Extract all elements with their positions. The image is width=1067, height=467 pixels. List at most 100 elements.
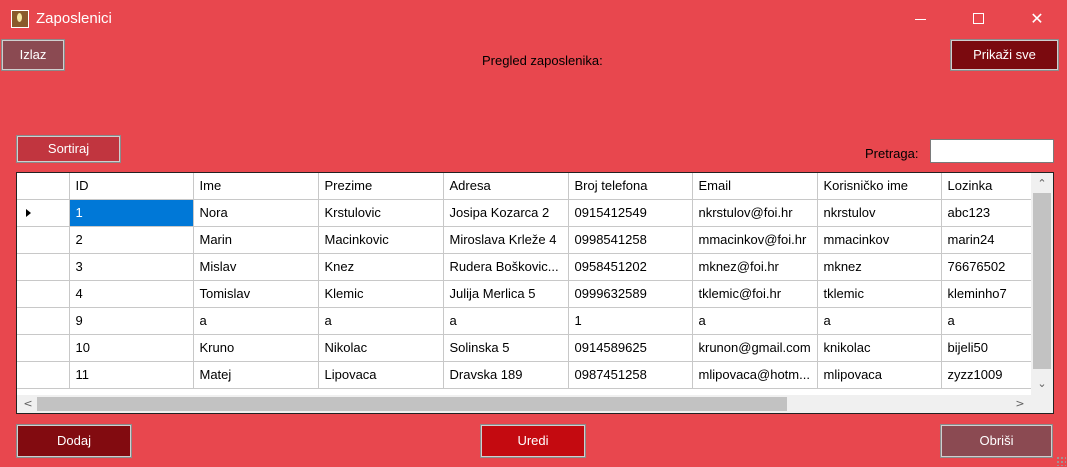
column-header-username[interactable]: Korisničko ime bbox=[817, 173, 942, 200]
column-header-prezime[interactable]: Prezime bbox=[318, 173, 444, 200]
table-cell[interactable]: Marin bbox=[193, 226, 319, 254]
table-cell[interactable]: nkrstulov@foi.hr bbox=[692, 199, 818, 227]
maximize-button[interactable] bbox=[956, 0, 1002, 38]
search-input[interactable] bbox=[930, 139, 1054, 163]
table-cell[interactable]: 0987451258 bbox=[568, 361, 693, 389]
exit-button[interactable]: Izlaz bbox=[1, 39, 65, 71]
table-cell[interactable]: Nora bbox=[193, 199, 319, 227]
table-cell[interactable]: Macinkovic bbox=[318, 226, 444, 254]
delete-button[interactable]: Obriši bbox=[940, 424, 1053, 458]
table-cell[interactable]: Knez bbox=[318, 253, 444, 281]
table-cell[interactable]: 9 bbox=[69, 307, 194, 335]
row-header[interactable] bbox=[17, 226, 70, 254]
scrollbar-corner bbox=[1031, 395, 1053, 413]
table-cell[interactable]: Mislav bbox=[193, 253, 319, 281]
table-cell[interactable]: Lipovaca bbox=[318, 361, 444, 389]
edit-button[interactable]: Uredi bbox=[480, 424, 586, 458]
horizontal-scrollbar[interactable]: < > bbox=[17, 395, 1031, 413]
table-cell[interactable]: 0999632589 bbox=[568, 280, 693, 308]
table-cell[interactable]: Matej bbox=[193, 361, 319, 389]
column-header-email[interactable]: Email bbox=[692, 173, 818, 200]
scroll-right-icon[interactable]: > bbox=[1011, 395, 1029, 413]
column-header-adresa[interactable]: Adresa bbox=[443, 173, 569, 200]
table-cell[interactable]: Miroslava Krleže 4 bbox=[443, 226, 569, 254]
row-header[interactable] bbox=[17, 199, 70, 227]
row-header[interactable] bbox=[17, 361, 70, 389]
employees-table: ID Ime Prezime Adresa Broj telefona Emai… bbox=[17, 173, 1053, 389]
title-bar: Zaposlenici ✕ bbox=[0, 0, 1067, 38]
table-cell[interactable]: knikolac bbox=[817, 334, 942, 362]
scroll-up-icon[interactable]: ⌃ bbox=[1031, 175, 1053, 193]
minimize-icon bbox=[915, 19, 926, 20]
row-header[interactable] bbox=[17, 334, 70, 362]
table-cell[interactable]: 3 bbox=[69, 253, 194, 281]
minimize-button[interactable] bbox=[898, 0, 944, 38]
horizontal-scroll-thumb[interactable] bbox=[37, 397, 787, 411]
table-cell[interactable]: Josipa Kozarca 2 bbox=[443, 199, 569, 227]
row-header[interactable] bbox=[17, 307, 70, 335]
table-row[interactable]: 9aaa1aaa bbox=[17, 307, 1053, 335]
window-title: Zaposlenici bbox=[36, 10, 112, 27]
table-cell[interactable]: mknez bbox=[817, 253, 942, 281]
table-cell[interactable]: a bbox=[817, 307, 942, 335]
sort-button[interactable]: Sortiraj bbox=[16, 135, 121, 163]
vertical-scrollbar[interactable]: ⌃ ⌄ bbox=[1031, 173, 1053, 395]
table-cell[interactable]: a bbox=[318, 307, 444, 335]
current-row-arrow-icon bbox=[26, 208, 31, 217]
table-cell[interactable]: mmacinkov bbox=[817, 226, 942, 254]
table-cell[interactable]: 10 bbox=[69, 334, 194, 362]
search-label: Pretraga: bbox=[865, 146, 919, 161]
table-cell[interactable]: 0958451202 bbox=[568, 253, 693, 281]
table-cell[interactable]: a bbox=[193, 307, 319, 335]
close-button[interactable]: ✕ bbox=[1014, 0, 1060, 38]
show-all-button[interactable]: Prikaži sve bbox=[950, 39, 1059, 71]
table-cell[interactable]: Nikolac bbox=[318, 334, 444, 362]
table-cell[interactable]: mmacinkov@foi.hr bbox=[692, 226, 818, 254]
table-cell[interactable]: mlipovaca@hotm... bbox=[692, 361, 818, 389]
vertical-scroll-thumb[interactable] bbox=[1033, 193, 1051, 369]
table-cell[interactable]: mknez@foi.hr bbox=[692, 253, 818, 281]
add-button[interactable]: Dodaj bbox=[16, 424, 132, 458]
column-header-phone[interactable]: Broj telefona bbox=[568, 173, 693, 200]
table-cell[interactable]: a bbox=[443, 307, 569, 335]
table-cell[interactable]: Klemic bbox=[318, 280, 444, 308]
table-cell[interactable]: 0914589625 bbox=[568, 334, 693, 362]
table-cell[interactable]: Tomislav bbox=[193, 280, 319, 308]
table-cell[interactable]: 11 bbox=[69, 361, 194, 389]
row-header[interactable] bbox=[17, 280, 70, 308]
table-cell[interactable]: tklemic bbox=[817, 280, 942, 308]
corner-header bbox=[17, 173, 70, 200]
table-cell[interactable]: nkrstulov bbox=[817, 199, 942, 227]
column-header-id[interactable]: ID bbox=[69, 173, 194, 200]
table-cell[interactable]: 4 bbox=[69, 280, 194, 308]
table-cell[interactable]: 0915412549 bbox=[568, 199, 693, 227]
table-cell[interactable]: 1 bbox=[69, 199, 194, 227]
table-cell[interactable]: krunon@gmail.com bbox=[692, 334, 818, 362]
table-row[interactable]: 1 Nora Krstulovic Josipa Kozarca 2 091541254… bbox=[17, 199, 1053, 227]
scroll-down-icon[interactable]: ⌄ bbox=[1031, 375, 1053, 393]
table-row[interactable]: 2 Marin Macinkovic Miroslava Krleže 4 099854… bbox=[17, 226, 1053, 254]
table-cell[interactable]: Julija Merlica 5 bbox=[443, 280, 569, 308]
table-row[interactable]: 3 Mislav Knez Rudera Boškovic... 0958451202 m… bbox=[17, 253, 1053, 281]
table-row[interactable]: 10 Kruno Nikolac Solinska 5 0914589625 krunon… bbox=[17, 334, 1053, 362]
table-cell[interactable]: Dravska 189 bbox=[443, 361, 569, 389]
table-cell[interactable]: a bbox=[692, 307, 818, 335]
scroll-left-icon[interactable]: < bbox=[19, 395, 37, 413]
table-cell[interactable]: 1 bbox=[568, 307, 693, 335]
table-cell[interactable]: tklemic@foi.hr bbox=[692, 280, 818, 308]
table-cell[interactable]: 2 bbox=[69, 226, 194, 254]
table-cell[interactable]: Kruno bbox=[193, 334, 319, 362]
table-cell[interactable]: Solinska 5 bbox=[443, 334, 569, 362]
table-cell[interactable]: Rudera Boškovic... bbox=[443, 253, 569, 281]
table-row[interactable]: 11 Matej Lipovaca Dravska 189 0987451258 mlip… bbox=[17, 361, 1053, 389]
row-header[interactable] bbox=[17, 253, 70, 281]
grid-body: 1 Nora Krstulovic Josipa Kozarca 2 091541254… bbox=[17, 199, 1053, 389]
employees-grid[interactable]: ID Ime Prezime Adresa Broj telefona Emai… bbox=[16, 172, 1054, 414]
table-cell[interactable]: 0998541258 bbox=[568, 226, 693, 254]
resize-grip-icon[interactable] bbox=[1056, 456, 1066, 466]
table-cell[interactable]: mlipovaca bbox=[817, 361, 942, 389]
column-header-ime[interactable]: Ime bbox=[193, 173, 319, 200]
header-row: ID Ime Prezime Adresa Broj telefona Emai… bbox=[17, 173, 1053, 200]
table-row[interactable]: 4 Tomislav Klemic Julija Merlica 5 099963258… bbox=[17, 280, 1053, 308]
table-cell[interactable]: Krstulovic bbox=[318, 199, 444, 227]
